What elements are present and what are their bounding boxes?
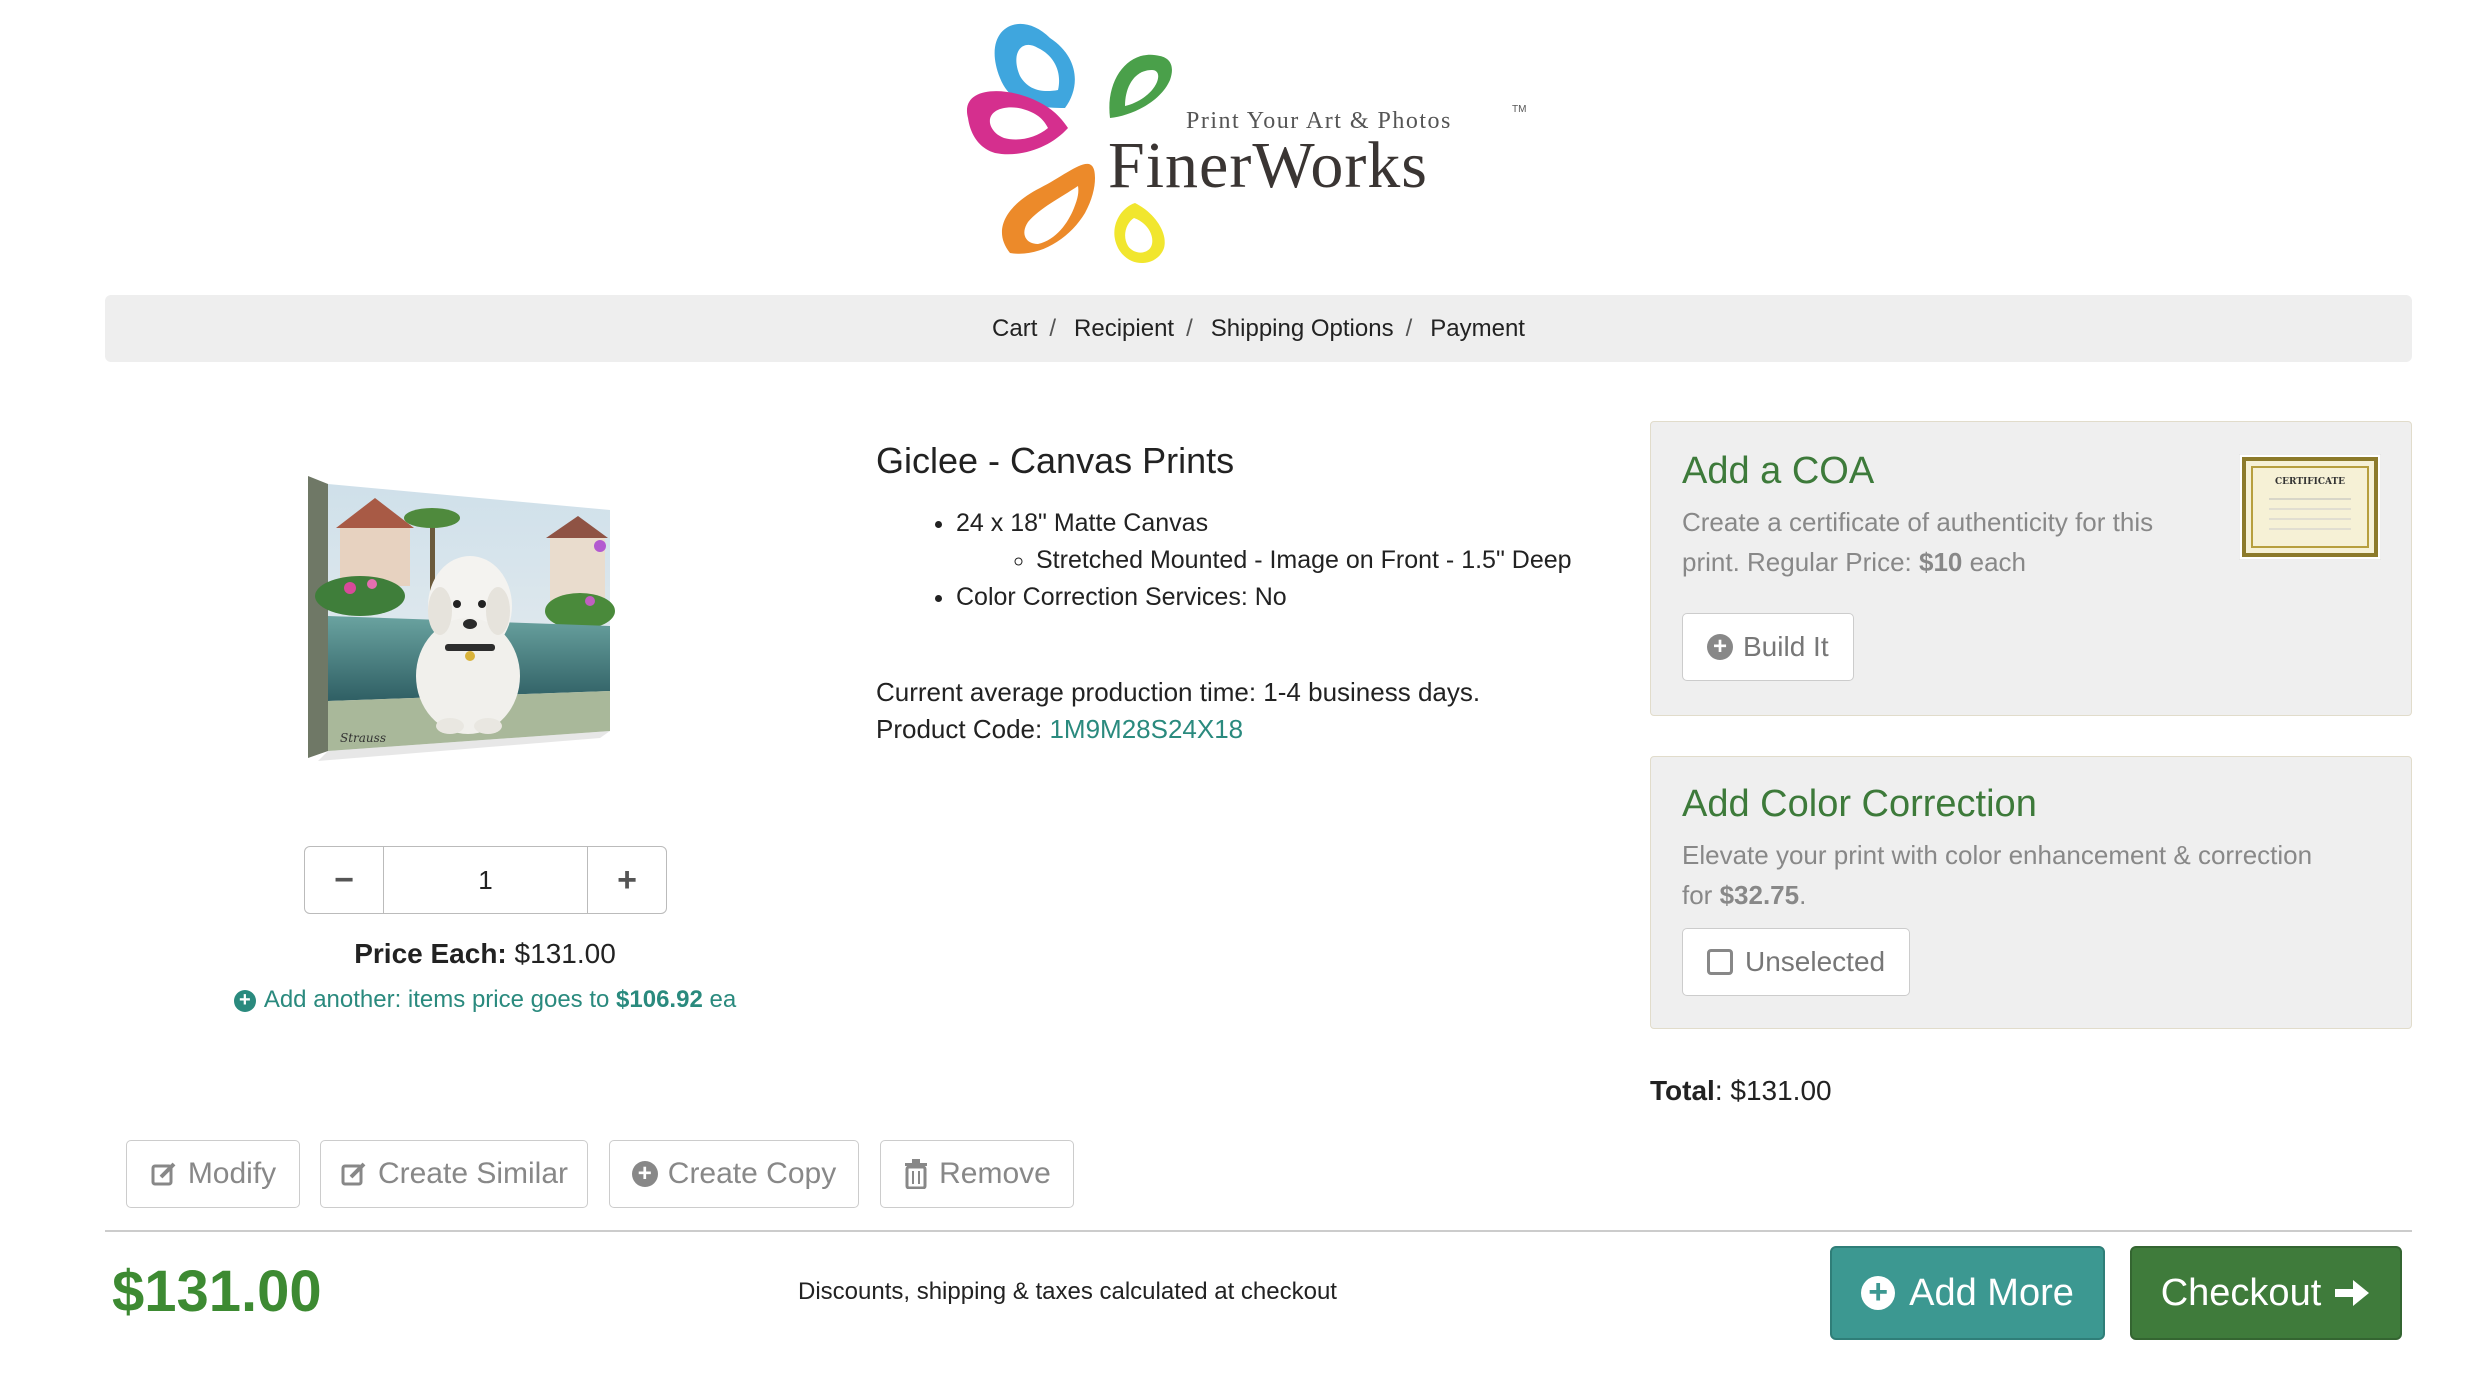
product-spec-sub: Stretched Mounted - Image on Front - 1.5… xyxy=(1036,542,1572,579)
create-similar-button[interactable]: Create Similar xyxy=(320,1140,588,1208)
coa-desc-pre: print. Regular Price: xyxy=(1682,547,1912,577)
cc-desc-line1: Elevate your print with color enhancemen… xyxy=(1682,840,2313,870)
checkout-button[interactable]: Checkout xyxy=(2130,1246,2402,1340)
color-correction-panel: Add Color Correction Elevate your print … xyxy=(1650,756,2412,1029)
color-correction-description: Elevate your print with color enhancemen… xyxy=(1682,835,2312,915)
total-value: : $131.00 xyxy=(1714,1075,1832,1106)
create-copy-label: Create Copy xyxy=(667,1157,837,1190)
plus-circle-icon: + xyxy=(1861,1275,1896,1310)
color-correction-title: Add Color Correction xyxy=(1682,783,2037,825)
coa-desc-line1: Create a certificate of authenticity for… xyxy=(1682,507,2154,537)
color-correction-state: Unselected xyxy=(1745,946,1886,977)
edit-icon xyxy=(151,1162,176,1186)
product-color-correction: Color Correction Services: No xyxy=(956,579,1572,616)
quantity-input[interactable]: 1 xyxy=(383,847,588,913)
checkout-label: Checkout xyxy=(2160,1271,2322,1314)
plus-circle-icon: + xyxy=(1707,634,1733,660)
item-total: Total: $131.00 xyxy=(1650,1075,1832,1107)
product-code-line: Product Code: 1M9M28S24X18 xyxy=(876,711,1480,748)
logo-trademark: TM xyxy=(1512,104,1527,115)
breadcrumb-separator: / xyxy=(1049,314,1057,342)
cc-price: $32.75 xyxy=(1719,880,1800,910)
coa-desc-post: each xyxy=(1969,547,2027,577)
checkbox-icon xyxy=(1707,949,1733,975)
build-it-button[interactable]: + Build It xyxy=(1682,613,1854,681)
create-copy-button[interactable]: + Create Copy xyxy=(609,1140,859,1208)
add-another-link[interactable]: + Add another: items price goes to $106.9… xyxy=(150,986,820,1014)
product-thumbnail: Strauss xyxy=(300,476,620,766)
breadcrumb-separator: / xyxy=(1186,314,1193,342)
logo-name: FinerWorks xyxy=(1108,129,1428,202)
cc-desc-line2: for $32.75. xyxy=(1682,875,2312,915)
product-spec: 24 x 18" Matte Canvas Stretched Mounted … xyxy=(956,505,1572,579)
edit-icon xyxy=(341,1162,366,1186)
remove-label: Remove xyxy=(939,1157,1051,1190)
breadcrumb-recipient[interactable]: Recipient xyxy=(1074,315,1174,343)
footer-divider xyxy=(105,1230,2412,1232)
product-title: Giclee - Canvas Prints xyxy=(876,440,1235,481)
remove-button[interactable]: Remove xyxy=(880,1140,1074,1208)
checkout-breadcrumb: Cart / Recipient / Shipping Options / Pa… xyxy=(105,295,2412,362)
production-time: Current average production time: 1-4 bus… xyxy=(876,677,1481,707)
plus-icon: + xyxy=(617,860,637,899)
trash-icon xyxy=(905,1159,928,1189)
create-similar-label: Create Similar xyxy=(377,1157,569,1190)
add-another-price: $106.92 xyxy=(616,986,703,1013)
modify-button[interactable]: Modify xyxy=(126,1140,300,1208)
finerworks-logo[interactable]: Print Your Art & Photos TM FinerWorks xyxy=(960,8,1560,278)
price-each: Price Each: $131.00 xyxy=(250,938,720,970)
painting-signature: Strauss xyxy=(340,731,386,745)
color-correction-toggle-button[interactable]: Unselected xyxy=(1682,928,1911,996)
quantity-increase-button[interactable]: + xyxy=(588,847,666,913)
coa-panel: Add a COA Create a certificate of authen… xyxy=(1650,421,2412,716)
breadcrumb-shipping-options[interactable]: Shipping Options xyxy=(1211,315,1394,343)
price-each-value: $131.00 xyxy=(514,938,616,969)
production-info: Current average production time: 1-4 bus… xyxy=(876,674,1480,748)
product-details: 24 x 18" Matte Canvas Stretched Mounted … xyxy=(876,505,1572,616)
total-label: Total xyxy=(1650,1075,1715,1106)
product-spec-text: 24 x 18" Matte Canvas xyxy=(956,509,1209,537)
add-more-button[interactable]: + Add More xyxy=(1830,1246,2105,1340)
breadcrumb-cart[interactable]: Cart xyxy=(992,315,1037,343)
cc-desc-post: . xyxy=(1799,880,1807,910)
add-another-text: Add another: items price goes to xyxy=(263,986,610,1013)
product-code-label: Product Code: xyxy=(876,714,1043,744)
add-more-label: Add More xyxy=(1909,1271,2074,1314)
product-code[interactable]: 1M9M28S24X18 xyxy=(1049,714,1243,744)
plus-circle-icon: + xyxy=(233,990,256,1012)
breadcrumb-payment[interactable]: Payment xyxy=(1430,315,1525,343)
build-it-label: Build It xyxy=(1743,631,1829,662)
coa-description: Create a certificate of authenticity for… xyxy=(1682,502,2153,582)
grand-total: $131.00 xyxy=(112,1259,322,1324)
arrow-right-icon xyxy=(2335,1280,2370,1306)
modify-label: Modify xyxy=(187,1157,277,1190)
plus-circle-icon: + xyxy=(631,1161,658,1187)
checkout-note: Discounts, shipping & taxes calculated a… xyxy=(798,1278,1337,1305)
quantity-decrease-button[interactable]: − xyxy=(305,847,383,913)
add-another-suffix: ea xyxy=(709,986,737,1013)
certificate-text: CERTIFICATE xyxy=(2275,477,2345,487)
quantity-stepper: − 1 + xyxy=(304,846,667,914)
coa-title: Add a COA xyxy=(1682,450,1875,492)
minus-icon: − xyxy=(334,860,354,899)
breadcrumb-separator: / xyxy=(1405,314,1413,342)
coa-desc-line2: print. Regular Price: $10 each xyxy=(1682,542,2153,582)
cc-desc-pre: for xyxy=(1682,880,1713,910)
coa-price: $10 xyxy=(1919,547,1963,577)
certificate-image: CERTIFICATE xyxy=(2238,453,2382,561)
price-each-label: Price Each: xyxy=(354,938,507,969)
